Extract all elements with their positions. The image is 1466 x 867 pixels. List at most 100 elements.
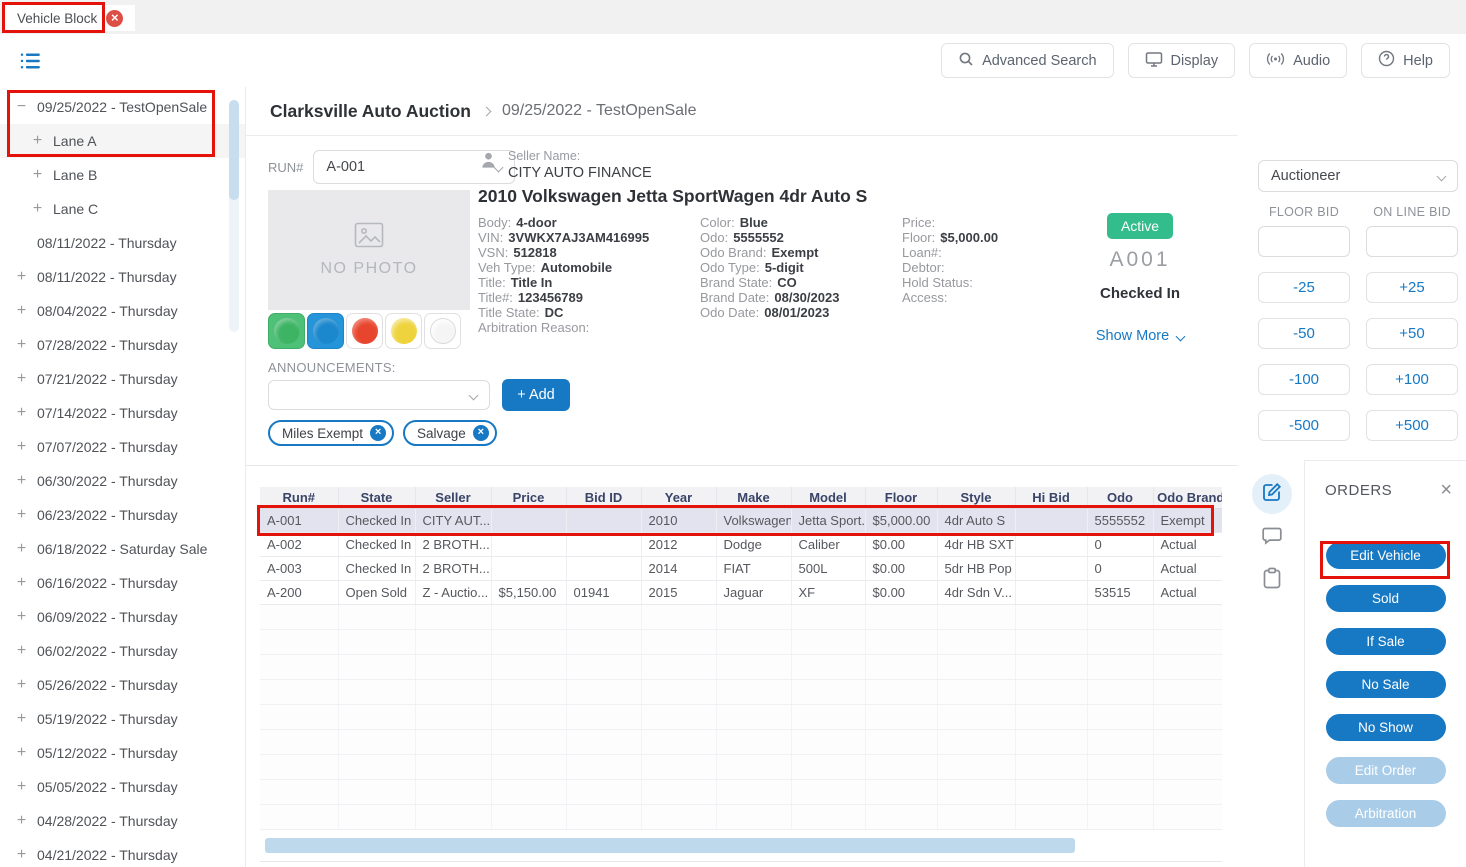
sidebar-item[interactable]: + 05/26/2022 - Thursday <box>0 668 245 702</box>
online-bid-increment-button[interactable]: +100 <box>1366 364 1458 395</box>
advanced-search-button[interactable]: Advanced Search <box>941 43 1114 78</box>
column-header[interactable]: Odo <box>1087 487 1154 509</box>
vehicle-row[interactable]: A-003 Checked In 2 BROTH... 2014 FIAT 50… <box>260 556 1222 581</box>
sidebar-item[interactable]: + 04/28/2022 - Thursday <box>0 804 245 838</box>
tree-toggle-icon[interactable]: + <box>14 302 29 320</box>
tree-toggle-icon[interactable]: + <box>14 540 29 558</box>
menu-list-icon[interactable] <box>17 48 43 74</box>
add-announcement-button[interactable]: + Add <box>502 379 570 411</box>
sidebar-item[interactable]: + 07/28/2022 - Thursday <box>0 328 245 362</box>
column-header[interactable]: Style <box>937 487 1016 509</box>
yellow-light-button[interactable] <box>385 313 422 349</box>
sidebar-item[interactable]: 08/11/2022 - Thursday <box>0 226 245 260</box>
tree-toggle-icon[interactable]: + <box>14 574 29 592</box>
red-light-button[interactable] <box>346 313 383 349</box>
column-header[interactable]: Run# <box>260 487 339 509</box>
sidebar-item[interactable]: + 08/11/2022 - Thursday <box>0 260 245 294</box>
tree-toggle-icon[interactable]: + <box>14 846 29 864</box>
sidebar-item[interactable]: + 06/30/2022 - Thursday <box>0 464 245 498</box>
order-action-button[interactable]: Edit Vehicle <box>1325 542 1446 569</box>
column-header[interactable]: Year <box>641 487 717 509</box>
tree-toggle-icon[interactable]: + <box>14 812 29 830</box>
tree-toggle-icon[interactable]: + <box>30 132 45 150</box>
tree-toggle-icon[interactable]: + <box>14 336 29 354</box>
remove-tag-icon[interactable]: × <box>370 425 387 441</box>
vehicle-row[interactable]: A-200 Open Sold Z - Auctio... $5,150.00 … <box>260 580 1222 605</box>
sidebar-item[interactable]: + Lane A <box>0 124 245 158</box>
tree-toggle-icon[interactable]: + <box>14 608 29 626</box>
column-header[interactable]: Hi Bid <box>1015 487 1088 509</box>
orders-close-icon[interactable]: × <box>1440 480 1452 500</box>
tree-toggle-icon[interactable]: + <box>14 472 29 490</box>
audio-button[interactable]: Audio <box>1249 43 1348 78</box>
notes-tool-button[interactable] <box>1252 561 1292 601</box>
vehicle-row[interactable]: A-001 Checked In CITY AUT... 2010 Volksw… <box>260 508 1222 533</box>
tree-toggle-icon[interactable]: + <box>14 404 29 422</box>
order-action-button[interactable]: Edit Order <box>1325 757 1446 784</box>
sidebar-item[interactable]: + 06/09/2022 - Thursday <box>0 600 245 634</box>
sidebar-item[interactable]: + 06/18/2022 - Saturday Sale <box>0 532 245 566</box>
order-action-button[interactable]: No Show <box>1325 714 1446 741</box>
tree-toggle-icon[interactable]: + <box>14 710 29 728</box>
tree-toggle-icon[interactable]: + <box>30 200 45 218</box>
sidebar-item[interactable]: + 07/14/2022 - Thursday <box>0 396 245 430</box>
order-action-button[interactable]: No Sale <box>1325 671 1446 698</box>
tab-close-icon[interactable]: × <box>106 9 124 27</box>
column-header[interactable]: Bid ID <box>566 487 642 509</box>
sidebar-item[interactable]: + 05/12/2022 - Thursday <box>0 736 245 770</box>
floor-bid-decrement-button[interactable]: -50 <box>1258 318 1350 349</box>
green-light-button[interactable] <box>268 313 305 349</box>
floor-bid-decrement-button[interactable]: -25 <box>1258 272 1350 303</box>
tree-toggle-icon[interactable]: + <box>14 506 29 524</box>
online-bid-increment-button[interactable]: +25 <box>1366 272 1458 303</box>
tree-toggle-icon[interactable]: + <box>30 166 45 184</box>
column-header[interactable]: Price <box>491 487 567 509</box>
floor-bid-decrement-button[interactable]: -500 <box>1258 410 1350 441</box>
sidebar-item[interactable]: − 09/25/2022 - TestOpenSale <box>0 90 245 124</box>
sidebar-item[interactable]: + Lane C <box>0 192 245 226</box>
tree-toggle-icon[interactable]: + <box>14 778 29 796</box>
edit-orders-tool-button[interactable] <box>1251 474 1292 514</box>
column-header[interactable]: Odo Brand <box>1153 487 1222 509</box>
column-header[interactable]: Model <box>791 487 866 509</box>
tree-toggle-icon[interactable]: + <box>14 370 29 388</box>
sidebar-item[interactable]: + 07/21/2022 - Thursday <box>0 362 245 396</box>
column-header[interactable]: Floor <box>865 487 938 509</box>
tab-vehicle-block[interactable]: Vehicle Block × <box>5 5 136 31</box>
announcements-select[interactable] <box>268 380 490 410</box>
display-button[interactable]: Display <box>1127 43 1236 78</box>
help-button[interactable]: Help <box>1361 43 1450 78</box>
online-bid-input[interactable] <box>1366 226 1458 257</box>
table-horizontal-scrollbar[interactable] <box>265 838 1075 853</box>
floor-bid-decrement-button[interactable]: -100 <box>1258 364 1350 395</box>
white-light-button[interactable] <box>424 313 461 349</box>
sidebar-scrollbar[interactable] <box>229 100 239 200</box>
tree-toggle-icon[interactable]: + <box>14 438 29 456</box>
blue-light-button[interactable] <box>307 313 344 349</box>
tree-toggle-icon[interactable]: + <box>14 642 29 660</box>
online-bid-increment-button[interactable]: +50 <box>1366 318 1458 349</box>
column-header[interactable]: State <box>338 487 416 509</box>
remove-tag-icon[interactable]: × <box>472 425 489 441</box>
column-header[interactable]: Make <box>716 487 792 509</box>
tree-toggle-icon[interactable]: + <box>14 744 29 762</box>
order-action-button[interactable]: Arbitration <box>1325 800 1446 827</box>
auctioneer-select[interactable]: Auctioneer <box>1258 160 1458 192</box>
vehicle-row[interactable]: A-002 Checked In 2 BROTH... 2012 Dodge C… <box>260 532 1222 557</box>
order-action-button[interactable]: Sold <box>1325 585 1446 612</box>
sidebar-item[interactable]: + 06/16/2022 - Thursday <box>0 566 245 600</box>
sidebar-item[interactable]: + 08/04/2022 - Thursday <box>0 294 245 328</box>
floor-bid-input[interactable] <box>1258 226 1350 257</box>
comments-tool-button[interactable] <box>1252 518 1292 558</box>
sidebar-item[interactable]: + 04/21/2022 - Thursday <box>0 838 245 867</box>
order-action-button[interactable]: If Sale <box>1325 628 1446 655</box>
show-more-link[interactable]: Show More <box>1096 328 1186 344</box>
breadcrumb-auction-name[interactable]: Clarksville Auto Auction <box>270 101 471 122</box>
sidebar-item[interactable]: + 05/19/2022 - Thursday <box>0 702 245 736</box>
tree-toggle-icon[interactable]: + <box>14 268 29 286</box>
column-header[interactable]: Seller <box>415 487 492 509</box>
sidebar-item[interactable]: + 05/05/2022 - Thursday <box>0 770 245 804</box>
sidebar-item[interactable]: + 06/02/2022 - Thursday <box>0 634 245 668</box>
tree-toggle-icon[interactable]: − <box>14 98 29 116</box>
sidebar-item[interactable]: + 06/23/2022 - Thursday <box>0 498 245 532</box>
